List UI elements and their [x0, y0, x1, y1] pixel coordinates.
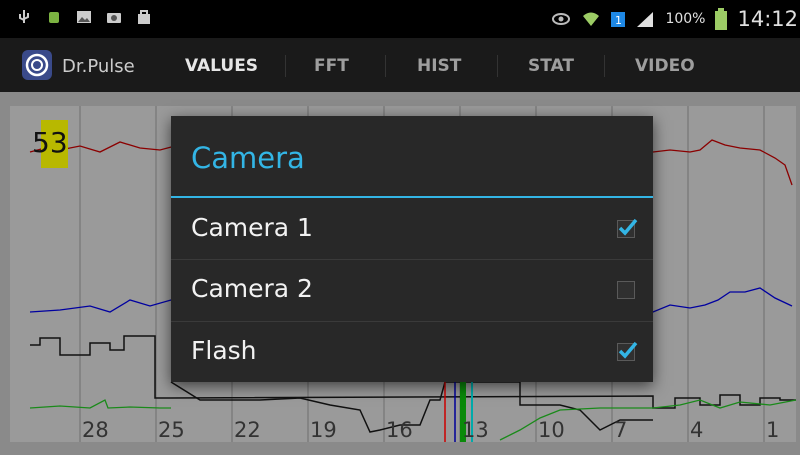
tab-fft[interactable]: FFT — [314, 56, 349, 76]
tab-separator — [285, 55, 286, 77]
x-tick-label: 7 — [614, 418, 628, 442]
dialog-title-divider — [171, 196, 653, 198]
sim-badge-icon: 1 — [611, 12, 626, 27]
action-bar: Dr.Pulse VALUES FFT HIST STAT VIDEO — [0, 38, 800, 124]
x-tick-label: 13 — [462, 418, 489, 442]
signal-icon — [637, 12, 654, 27]
bag-icon — [138, 10, 150, 24]
status-bar: 1 100% 14:12 — [0, 0, 800, 38]
x-tick-label: 19 — [310, 418, 337, 442]
option-camera-1[interactable]: Camera 1 — [171, 199, 653, 259]
wifi-icon — [583, 12, 600, 26]
x-tick-label: 10 — [538, 418, 565, 442]
x-tick-label: 22 — [234, 418, 261, 442]
usb-icon — [19, 10, 29, 23]
x-tick-label: 28 — [82, 418, 109, 442]
tab-stat[interactable]: STAT — [528, 56, 574, 76]
battery-percent: 100% — [665, 11, 706, 27]
app-logo-icon[interactable] — [22, 50, 52, 80]
flash-checkbox[interactable] — [617, 341, 638, 361]
tab-separator — [604, 55, 605, 77]
eye-icon — [552, 13, 571, 25]
tab-video[interactable]: VIDEO — [635, 56, 695, 76]
option-camera-2[interactable]: Camera 2 — [171, 260, 653, 320]
tab-separator — [385, 55, 386, 77]
tab-separator — [497, 55, 498, 77]
clock: 14:12 — [737, 7, 798, 31]
tab-values[interactable]: VALUES — [185, 56, 258, 76]
camera-icon — [107, 13, 121, 23]
x-tick-label: 16 — [386, 418, 413, 442]
image-icon — [77, 11, 91, 23]
option-label: Camera 2 — [191, 274, 313, 303]
dialog-title: Camera — [191, 141, 305, 175]
heart-rate-value: 53 — [32, 126, 68, 159]
svg-text:1: 1 — [615, 14, 622, 27]
camera-dialog: Camera Camera 1 Camera 2 Flash — [171, 116, 653, 382]
android-battery-icon — [49, 12, 59, 23]
x-tick-label: 25 — [158, 418, 185, 442]
x-tick-label: 4 — [690, 418, 704, 442]
camera-2-checkbox[interactable] — [617, 281, 635, 299]
app-name: Dr.Pulse — [62, 56, 135, 77]
tab-hist[interactable]: HIST — [417, 56, 461, 76]
option-label: Flash — [191, 336, 257, 365]
camera-1-checkbox[interactable] — [617, 218, 638, 238]
option-flash[interactable]: Flash — [171, 322, 653, 382]
checkmark-icon — [618, 218, 638, 236]
checkmark-icon — [618, 341, 638, 359]
x-tick-label: 1 — [766, 418, 780, 442]
battery-icon — [715, 8, 728, 30]
option-label: Camera 1 — [191, 213, 313, 242]
